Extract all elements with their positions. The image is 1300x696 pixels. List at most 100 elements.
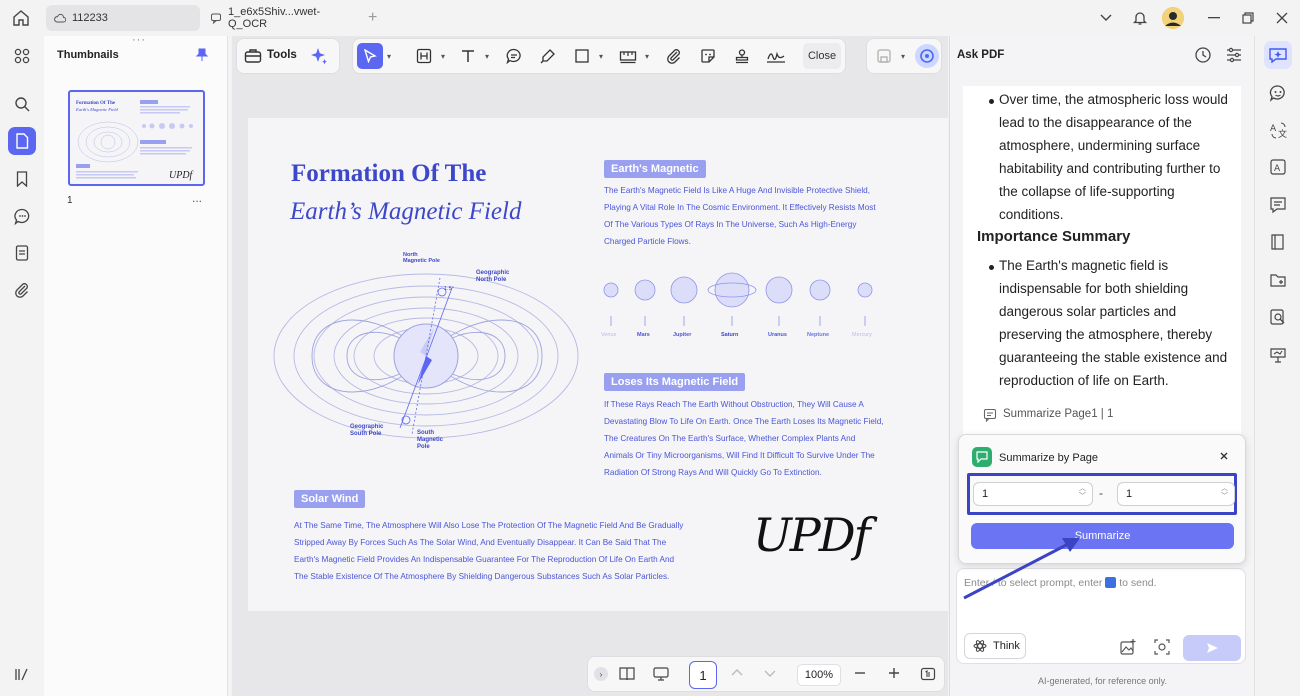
page-number-input[interactable]: 1: [689, 661, 717, 689]
drag-handle[interactable]: ···: [132, 34, 146, 46]
text-box-tool-icon[interactable]: [411, 43, 437, 69]
expand-icon[interactable]: ›: [594, 667, 608, 681]
chevron-down-icon[interactable]: ▾: [899, 43, 907, 69]
right-rail: A文 A: [1254, 36, 1300, 696]
response-heading: Importance Summary: [977, 228, 1130, 245]
presentation-mode-icon[interactable]: [652, 666, 670, 682]
search-document-icon[interactable]: [1264, 303, 1292, 331]
ai-disclaimer: AI-generated, for reference only.: [950, 676, 1255, 686]
book-icon[interactable]: [1264, 228, 1292, 256]
form-icon[interactable]: [8, 239, 36, 267]
extra-toolbar: ▾: [866, 38, 942, 74]
fit-page-icon[interactable]: [920, 666, 936, 682]
bookmark-icon[interactable]: [8, 165, 36, 193]
close-button[interactable]: Close: [803, 43, 841, 69]
summarize-app-icon: [972, 447, 992, 467]
page-thumbnail[interactable]: Formation Of The Earth's Magnetic Field …: [68, 90, 205, 186]
previous-page-icon[interactable]: [730, 666, 744, 680]
chevron-down-icon[interactable]: ▾: [385, 43, 393, 69]
section-body: If These Rays Reach The Earth Without Ob…: [604, 396, 884, 481]
home-icon[interactable]: [12, 9, 30, 27]
add-image-icon[interactable]: [1119, 638, 1137, 656]
tab-label: 112233: [72, 12, 108, 24]
zoom-level[interactable]: 100%: [797, 664, 841, 686]
thumbnail-more-icon[interactable]: ...: [192, 191, 202, 205]
history-icon[interactable]: [1194, 46, 1212, 64]
from-page-input[interactable]: 1 ︿﹀: [973, 482, 1093, 506]
page-navigation-bar: › 1 100%: [587, 656, 945, 692]
signature-icon[interactable]: [763, 43, 789, 69]
toolbox-icon[interactable]: [244, 47, 262, 65]
stepper-icon[interactable]: ︿﹀: [1079, 485, 1086, 501]
section-solar-wind: Solar Wind: [294, 490, 365, 508]
chevron-down-icon[interactable]: ▾: [643, 43, 651, 69]
tab-112233[interactable]: 112233: [46, 5, 200, 31]
summarize-icon[interactable]: [1264, 191, 1292, 219]
sticker-icon[interactable]: [695, 43, 721, 69]
think-button[interactable]: Think: [964, 633, 1026, 659]
zoom-in-icon[interactable]: [887, 666, 901, 680]
shape-tool-icon[interactable]: [569, 43, 595, 69]
tools-label[interactable]: Tools: [267, 49, 297, 61]
thumbnails-icon[interactable]: [8, 127, 36, 155]
summary-tag: Summarize Page1 | 1: [1003, 408, 1113, 420]
grid-icon[interactable]: [8, 42, 36, 70]
highlighter-icon[interactable]: [535, 43, 561, 69]
sidebar-toggle-icon[interactable]: [8, 660, 36, 688]
settings-sliders-icon[interactable]: [1225, 46, 1243, 64]
thumbnail-page-number: 1: [67, 195, 73, 206]
send-button[interactable]: [1183, 635, 1241, 661]
chevron-down-icon[interactable]: ▾: [483, 43, 491, 69]
paperclip-icon[interactable]: [661, 43, 687, 69]
page-layout-icon[interactable]: [618, 666, 636, 682]
chat-bot-icon[interactable]: [1264, 79, 1292, 107]
next-page-icon[interactable]: [763, 666, 777, 680]
search-icon[interactable]: [8, 90, 36, 118]
to-page-input[interactable]: 1 ︿﹀: [1117, 482, 1235, 506]
label-south-magnetic-pole: South Magnetic Pole: [417, 430, 443, 451]
tab-document[interactable]: 1_e6x5Shiv...vwet-Q_OCR: [202, 5, 362, 31]
svg-text:Earth's Magnetic Field: Earth's Magnetic Field: [75, 107, 118, 112]
save-icon[interactable]: [871, 43, 897, 69]
magnetic-field-diagram: [272, 248, 592, 458]
avatar[interactable]: [1162, 7, 1184, 29]
presentation-icon[interactable]: [1264, 341, 1292, 369]
response-bullet: The Earth's magnetic field is indispensa…: [999, 254, 1229, 392]
section-label: Earth's Magnetic: [604, 160, 706, 178]
summary-icon: [983, 408, 997, 422]
ai-sparkle-icon[interactable]: [309, 46, 329, 66]
pin-icon[interactable]: [196, 48, 208, 62]
chevron-down-icon[interactable]: ▾: [439, 43, 447, 69]
ocr-icon[interactable]: A: [1264, 153, 1292, 181]
comment-icon[interactable]: [8, 202, 36, 230]
close-window-icon[interactable]: [1272, 8, 1292, 28]
chevron-down-icon[interactable]: ▾: [597, 43, 605, 69]
label-angle: 1.5°: [444, 286, 454, 292]
svg-text:A: A: [1274, 164, 1281, 174]
text-tool-icon[interactable]: [455, 43, 481, 69]
new-tab-icon[interactable]: +: [368, 9, 377, 27]
attachment-icon[interactable]: [8, 276, 36, 304]
minimize-icon[interactable]: [1204, 8, 1224, 28]
screenshot-icon[interactable]: [1153, 638, 1171, 656]
planet-label: Venus: [601, 332, 616, 338]
stamp-icon[interactable]: [729, 43, 755, 69]
ai-assistant-icon[interactable]: [915, 44, 939, 68]
left-rail: [0, 36, 44, 696]
folder-icon[interactable]: [1264, 266, 1292, 294]
translate-icon[interactable]: A文: [1264, 116, 1292, 144]
zoom-out-icon[interactable]: [853, 666, 867, 680]
stepper-icon[interactable]: ︿﹀: [1221, 485, 1228, 501]
measure-tool-icon[interactable]: [615, 43, 641, 69]
close-icon[interactable]: [1217, 449, 1231, 463]
select-tool-icon[interactable]: [357, 43, 383, 69]
atom-icon: [973, 639, 987, 653]
restore-icon[interactable]: [1238, 8, 1258, 28]
ask-pdf-icon[interactable]: [1264, 41, 1292, 69]
comment-tool-icon[interactable]: [501, 43, 527, 69]
planet-label: Uranus: [768, 332, 787, 338]
section-label: Solar Wind: [294, 490, 365, 508]
bell-icon[interactable]: [1130, 8, 1150, 28]
chevron-down-icon[interactable]: [1096, 8, 1116, 28]
bullet-dot: [989, 99, 994, 104]
